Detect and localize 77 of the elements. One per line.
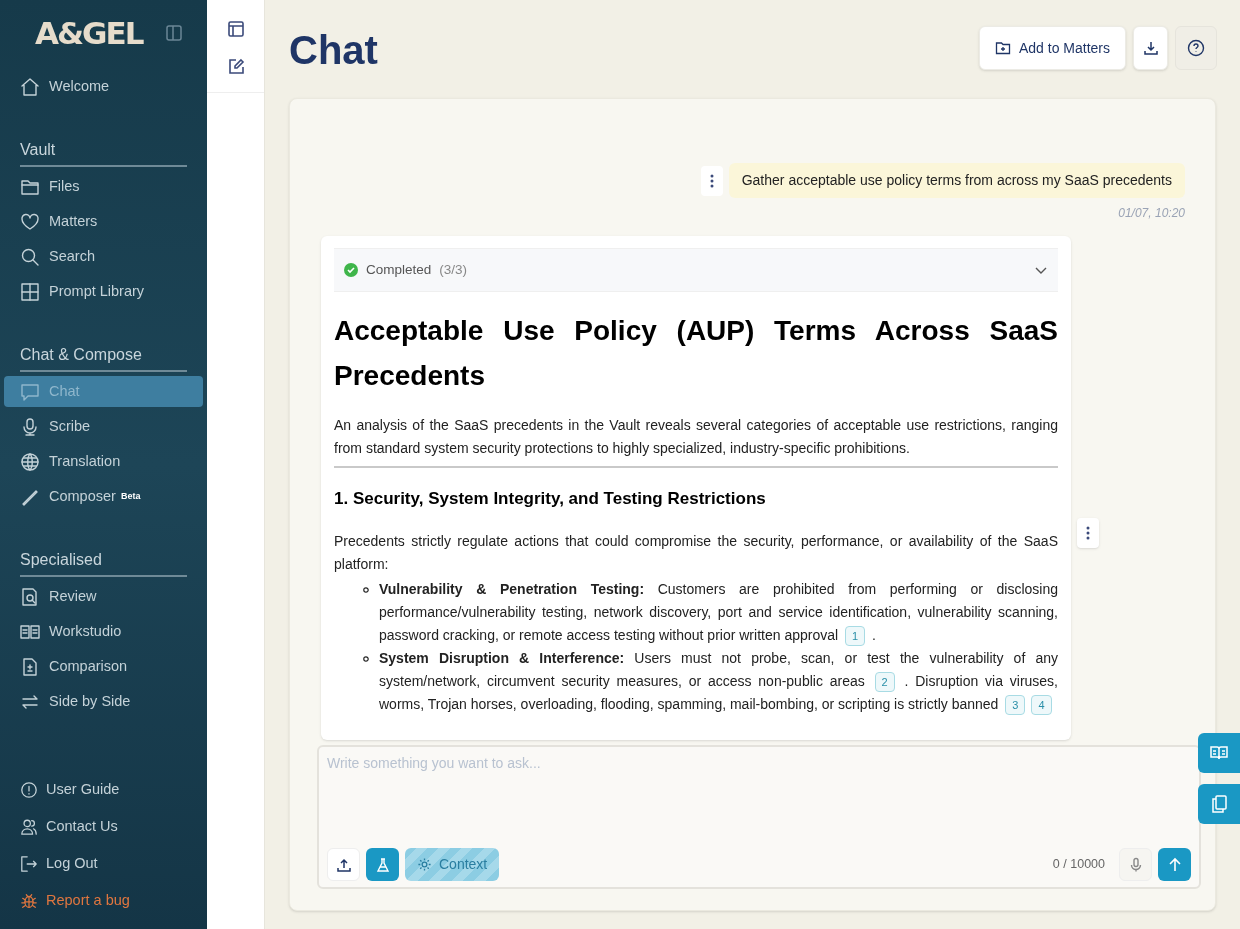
search-icon xyxy=(20,246,40,267)
sidebar-item[interactable]: Composer Beta xyxy=(4,481,203,512)
status-label: Completed xyxy=(366,260,432,279)
sidebar-item[interactable]: Comparison xyxy=(4,651,203,682)
character-counter: 0 / 10000 xyxy=(1052,856,1105,874)
sidebar-item[interactable]: Scribe xyxy=(4,411,203,442)
documents-button[interactable] xyxy=(1198,784,1240,824)
answer-intro: An analysis of the SaaS precedents in the Vault reveals several categories of acceptable use restrictions, ranging from standard system security protections to highly specialized, industry-specific prohibitions. xyxy=(334,414,1058,468)
panel-icon[interactable] xyxy=(226,20,245,38)
upload-button[interactable] xyxy=(327,848,360,881)
sidebar-item[interactable]: Files xyxy=(4,171,203,202)
page-title: Chat xyxy=(289,30,378,70)
user-message: Gather acceptable use policy terms from across my SaaS precedents xyxy=(728,163,1185,198)
section-heading: 1. Security, System Integrity, and Testing Restrictions xyxy=(334,488,767,510)
flask-button[interactable] xyxy=(366,848,399,881)
globe-icon xyxy=(20,451,40,472)
bullet-icon xyxy=(363,586,369,593)
check-circle-icon xyxy=(344,263,358,277)
sidebar-link[interactable]: Report a bug xyxy=(0,882,207,919)
section-text: Precedents strictly regulate actions that could compromise the security, performance, or availability of the SaaS platform: xyxy=(334,531,1058,574)
section-title: Chat & Compose xyxy=(20,343,187,372)
sidebar-item[interactable]: Matters xyxy=(4,206,203,237)
microphone-icon xyxy=(20,416,40,437)
status-count: (3/3) xyxy=(439,260,468,279)
sidebar-item[interactable]: Translation xyxy=(4,446,203,477)
logo: A&GEL xyxy=(35,13,143,53)
citation-chip[interactable]: 1 xyxy=(845,625,866,646)
edit-icon[interactable] xyxy=(226,58,245,76)
gear-icon xyxy=(417,857,432,872)
section-title: Specialised xyxy=(20,548,187,577)
home-icon xyxy=(20,76,40,97)
document-search-icon xyxy=(20,586,40,607)
citation-chip[interactable]: 3 xyxy=(1005,694,1026,715)
send-button[interactable] xyxy=(1158,848,1191,881)
more-icon[interactable] xyxy=(1086,526,1090,540)
sidebar-item[interactable]: Welcome xyxy=(4,71,203,102)
sidebar-item[interactable]: Workstudio xyxy=(4,616,203,647)
flask-icon xyxy=(374,856,391,873)
message-time: 01/07, 10:20 xyxy=(1118,205,1185,222)
info-icon xyxy=(20,780,38,799)
bullet-text: System Disruption & Interference: Users must not probe, scan, or test the vulnerability of any system/network, circumvent security measures, or access non-public areas 2 . Disruption via viruses, worms, Trojan horses, overloading, flooding, spamming, mail-bombing, or scripting is strictly banned 3 4 xyxy=(379,646,1058,716)
bullet-icon xyxy=(363,655,369,662)
status-bar[interactable]: Completed (3/3) xyxy=(334,248,1058,292)
answer-title: Acceptable Use Policy (AUP) Terms Across SaaS Precedents xyxy=(334,314,1058,393)
heart-icon xyxy=(20,211,40,232)
section-title: Vault xyxy=(20,138,187,167)
folder-plus-icon xyxy=(994,40,1011,56)
sidebar-toggle-icon[interactable] xyxy=(165,24,183,42)
grid-icon xyxy=(20,281,40,302)
upload-icon xyxy=(335,856,352,873)
sidebar-item[interactable]: Review xyxy=(4,581,203,612)
message-input[interactable]: Write something you want to ask... xyxy=(327,753,1191,774)
document-icon xyxy=(20,656,40,677)
guide-button[interactable] xyxy=(1198,733,1240,773)
documents-icon xyxy=(1210,794,1228,814)
book-icon xyxy=(1209,745,1229,761)
speech-bubble-icon xyxy=(20,381,40,402)
citation-chip[interactable]: 2 xyxy=(874,671,895,692)
help-icon xyxy=(1187,39,1205,57)
add-to-matters-button[interactable]: Add to Matters xyxy=(978,26,1126,70)
sidebar-item[interactable]: Prompt Library xyxy=(4,276,203,307)
download-icon xyxy=(1142,40,1159,56)
sidebar-item[interactable]: Search xyxy=(4,241,203,272)
sidebar-item[interactable]: Side by Side xyxy=(4,686,203,717)
sidebar-link[interactable]: Log Out xyxy=(0,845,207,882)
message-menu-button[interactable] xyxy=(700,165,723,196)
microphone-button[interactable] xyxy=(1119,848,1152,881)
download-button[interactable] xyxy=(1133,26,1168,70)
bug-icon xyxy=(20,891,38,910)
logout-icon xyxy=(20,854,38,873)
help-button[interactable] xyxy=(1175,26,1217,70)
beta-label: Beta xyxy=(120,489,141,503)
sidebar-link[interactable]: User Guide xyxy=(0,771,207,808)
sidebar-link[interactable]: Contact Us xyxy=(0,808,207,845)
people-icon xyxy=(20,817,38,836)
bullet-text: Vulnerability & Penetration Testing: Customers are prohibited from performing or disclosing performance/vulnerability testing, network discovery, port and service identification, vulnerability scanning, password cracking, or remote access testing without prior written approval 1 . xyxy=(379,577,1058,647)
more-icon xyxy=(709,173,714,188)
